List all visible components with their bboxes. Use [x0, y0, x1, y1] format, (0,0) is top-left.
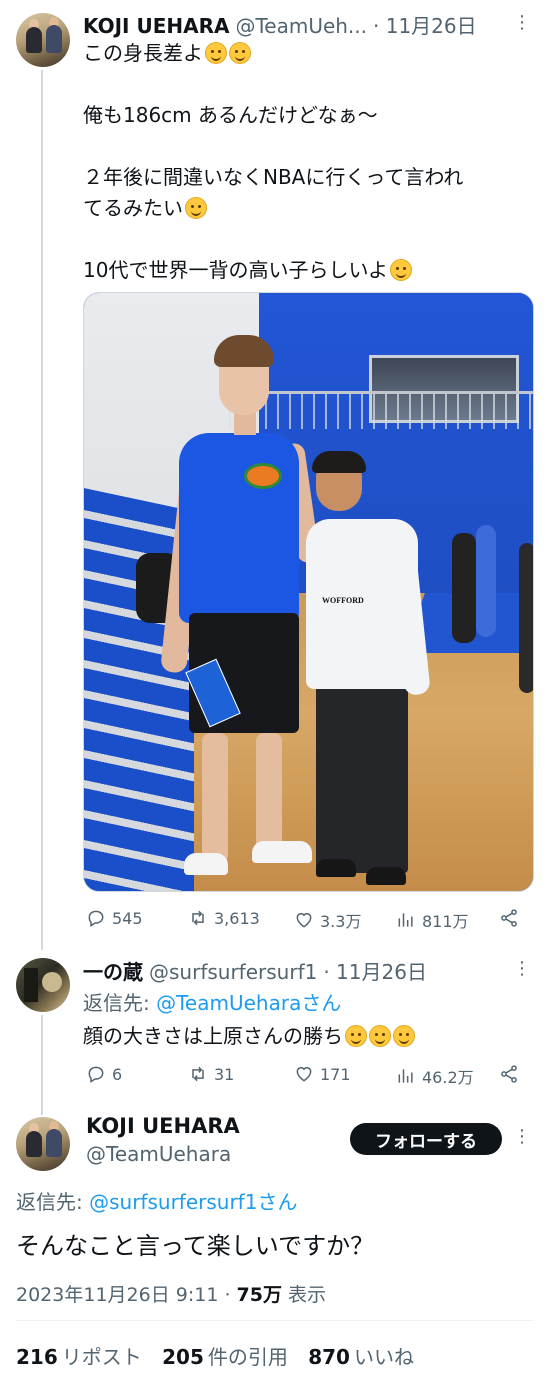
likes-count[interactable]: 870 [308, 1345, 350, 1369]
more-icon[interactable]: ⋮ [512, 1128, 532, 1146]
tweet-body: そんなこと言って楽しいですか？ [16, 1232, 375, 1260]
avatar[interactable] [16, 1117, 70, 1171]
display-name[interactable]: KOJI UEHARA [86, 1114, 240, 1138]
hand-over-mouth-emoji-icon [390, 259, 413, 281]
divider [16, 1320, 534, 1321]
retweet-icon [192, 1066, 204, 1082]
quotes-count[interactable]: 205 [162, 1345, 204, 1369]
tweet-body: この身長差よ 俺も186cm あるんだけどなぁ〜 ２年後に間違いなくNBAに行く… [83, 38, 463, 286]
avatar[interactable] [16, 13, 70, 67]
display-name[interactable]: KOJI UEHARA [83, 14, 229, 38]
action-bar: 545 3,613 3.3万 811万 [0, 906, 550, 934]
reply-button[interactable]: 6 [86, 1064, 122, 1084]
avatar[interactable] [16, 958, 70, 1012]
display-name[interactable]: 一の蔵 [83, 956, 143, 985]
tweet-line: この身長差よ [83, 41, 203, 65]
like-button[interactable]: 171 [294, 1064, 351, 1084]
laughing-emoji-icon [205, 42, 227, 64]
views-icon [398, 1069, 413, 1083]
reply-button[interactable]: 545 [86, 908, 143, 928]
user-handle[interactable]: @surfsurfersurf1 [149, 960, 317, 984]
views-button[interactable]: 46.2万 [396, 1064, 474, 1088]
retweet-button[interactable]: 3,613 [188, 908, 260, 928]
like-button[interactable]: 3.3万 [294, 908, 361, 932]
thinking-emoji-icon [393, 1025, 415, 1047]
thread-connector-line [41, 70, 43, 950]
retweet-icon [192, 910, 204, 926]
smile-emoji-icon [185, 197, 207, 219]
tweet-header: KOJI UEHARA @TeamUeh... · 11月26日 [83, 10, 477, 39]
tweet-photo[interactable]: WOFFORD [83, 292, 534, 892]
action-bar: 6 31 171 46.2万 [0, 1062, 550, 1090]
share-icon [501, 1065, 517, 1083]
retweet-button[interactable]: 31 [188, 1064, 234, 1084]
shirt-text: WOFFORD [322, 596, 364, 605]
tweet-line: 俺も186cm あるんだけどなぁ〜 [83, 103, 378, 127]
views-icon [398, 913, 413, 927]
views-count: 75万 [236, 1284, 282, 1306]
views-button[interactable]: 811万 [396, 908, 469, 932]
tweet-date[interactable]: · 11月26日 [373, 10, 477, 39]
tweet-header: 一の蔵 @surfsurfersurf1 · 11月26日 [83, 956, 427, 985]
tweet-date[interactable]: · 11月26日 [323, 956, 427, 985]
like-icon [296, 913, 312, 928]
user-handle[interactable]: @TeamUehara [86, 1142, 231, 1166]
reply-icon [88, 910, 104, 927]
more-icon[interactable]: ⋮ [512, 960, 532, 978]
thinking-emoji-icon [369, 1025, 391, 1047]
reposts-count[interactable]: 216 [16, 1345, 58, 1369]
follow-button[interactable]: フォローする [350, 1123, 502, 1155]
reply-context: 返信先: @TeamUeharaさん [83, 991, 342, 1015]
tweet-line: 10代で世界一背の高い子らしいよ [83, 258, 389, 282]
share-button[interactable] [499, 1064, 519, 1084]
tweet-line: ２年後に間違いなくNBAに行くって言われ [83, 165, 464, 189]
share-button[interactable] [499, 908, 519, 928]
tweet-line: てるみたい [83, 196, 183, 220]
tweet-body: 顔の大きさは上原さんの勝ち [83, 1020, 415, 1049]
tweet-timestamp: 2023年11月26日 9:11 · 75万 表示 [16, 1284, 327, 1306]
more-icon[interactable]: ⋮ [512, 14, 532, 32]
reply-to-link[interactable]: @TeamUeharaさん [156, 991, 341, 1015]
reply-to-link[interactable]: @surfsurfersurf1さん [89, 1190, 297, 1214]
share-icon [501, 909, 517, 927]
tweet-stats: 216 リポスト 205 件の引用 870 いいね [16, 1345, 414, 1369]
user-handle[interactable]: @TeamUeh... [235, 14, 367, 38]
laughing-emoji-icon [229, 42, 251, 64]
reply-context: 返信先: @surfsurfersurf1さん [16, 1190, 298, 1214]
thinking-emoji-icon [345, 1025, 367, 1047]
reply-icon [88, 1066, 104, 1083]
like-icon [296, 1067, 312, 1082]
